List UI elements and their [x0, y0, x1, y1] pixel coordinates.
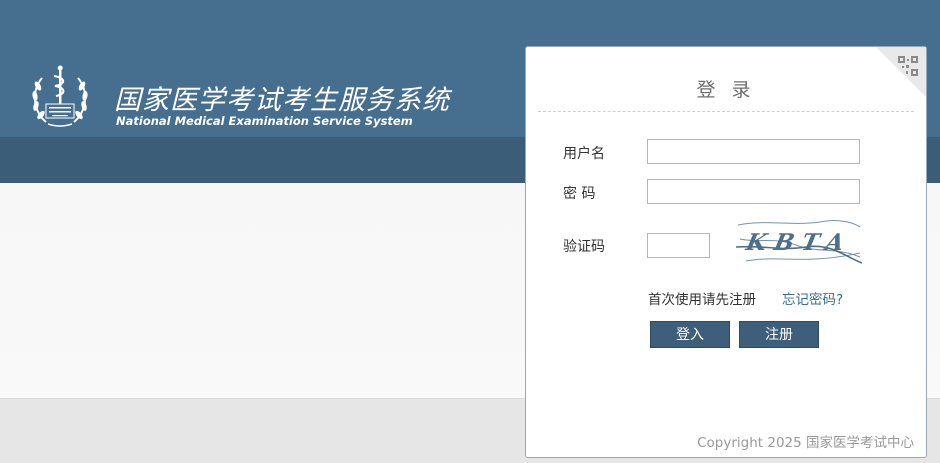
forgot-password-link[interactable]: 忘记密码? — [782, 288, 843, 308]
captcha-image[interactable]: KBTA — [736, 217, 862, 269]
register-button[interactable]: 注册 — [739, 321, 819, 348]
login-panel: 登 录 用户名 密 码 验证码 KBTA 首次使用请先注册 忘记密码? 登入 注… — [525, 46, 927, 458]
site-title: 国家医学考试考生服务系统 — [114, 85, 450, 116]
site-subtitle: National Medical Examination Service Sys… — [116, 114, 413, 128]
login-title: 登 录 — [696, 79, 756, 101]
medical-exam-emblem-icon — [32, 65, 88, 127]
register-hint: 首次使用请先注册 — [648, 292, 756, 308]
login-button[interactable]: 登入 — [650, 321, 730, 348]
username-input[interactable] — [647, 139, 860, 164]
title-divider — [538, 111, 914, 112]
captcha-input[interactable] — [647, 233, 710, 258]
copyright-text: Copyright 2025 国家医学考试中心 — [697, 435, 914, 451]
password-label: 密 码 — [563, 186, 596, 202]
captcha-label: 验证码 — [563, 239, 605, 255]
username-label: 用户名 — [563, 146, 605, 162]
password-input[interactable] — [647, 179, 860, 204]
